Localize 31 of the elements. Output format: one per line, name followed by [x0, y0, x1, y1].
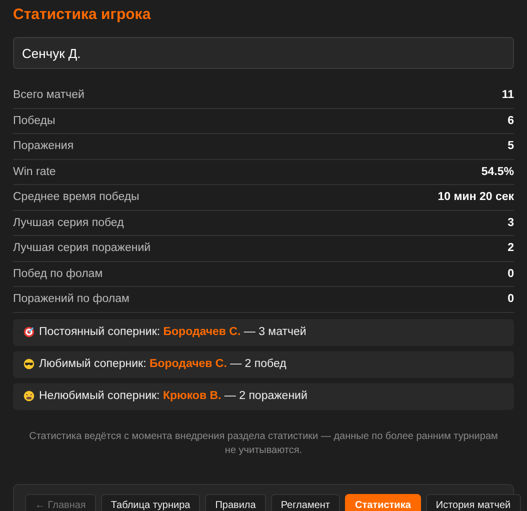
- stat-value: 0: [508, 268, 514, 280]
- stat-label: Лучшая серия поражений: [13, 242, 151, 254]
- player-field[interactable]: Сенчук Д.: [13, 37, 514, 69]
- nav-button[interactable]: Регламент: [270, 494, 340, 511]
- sunglasses-face-icon: [23, 358, 35, 370]
- stat-value: 6: [508, 114, 514, 127]
- stat-value: 0: [508, 293, 514, 306]
- nav-button[interactable]: Правила: [205, 494, 266, 511]
- stat-label: Среднее время победы: [13, 191, 140, 204]
- stat-value: 2: [508, 242, 514, 254]
- stat-value: 10 мин 20 сек: [438, 191, 514, 204]
- stat-label: Поражения: [13, 140, 74, 152]
- stat-value: 11: [502, 89, 514, 102]
- stat-label: Win rate: [13, 166, 56, 178]
- target-icon: [23, 326, 35, 338]
- page-title: Статистика игрока: [13, 6, 152, 24]
- opponent-text: Любимый соперник: Бородачев С. — 2 побед: [39, 358, 286, 370]
- opponent-text: Постоянный соперник: Бородачев С. — 3 матчей: [39, 326, 306, 338]
- opponent-text: Нелюбимый соперник: Крюков В. — 2 поражений: [39, 390, 308, 402]
- footnote-text: Статистика ведётся с момента внедрения раздела статистики — данные по более ранним турнирам не учитываются.: [28, 430, 499, 458]
- nav-button[interactable]: Таблица турнира: [100, 494, 200, 511]
- stat-value: 5: [508, 140, 514, 152]
- tired-face-icon: [23, 390, 35, 402]
- stat-label: Поражений по фолам: [13, 293, 130, 306]
- stat-label: Всего матчей: [13, 89, 84, 102]
- stat-label: Победы: [13, 114, 56, 127]
- stat-value: 54.5%: [481, 166, 514, 178]
- stat-label: Побед по фолам: [13, 268, 103, 280]
- stat-label: Лучшая серия побед: [13, 216, 124, 229]
- stat-value: 3: [508, 216, 514, 229]
- nav-button[interactable]: История матчей: [426, 494, 521, 511]
